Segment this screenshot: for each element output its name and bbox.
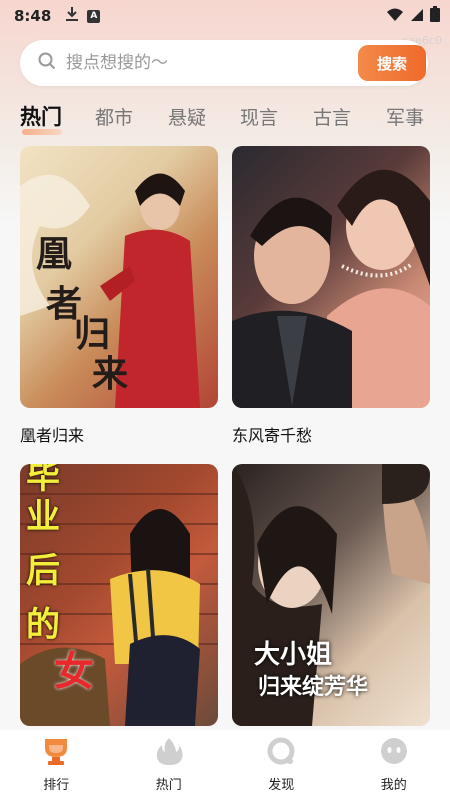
nav-label: 热门 <box>155 778 182 793</box>
nav-label: 发现 <box>268 778 295 793</box>
cover-title-line: 大小姐 <box>254 640 333 670</box>
drama-card[interactable]: 大小姐 归来绽芳华 <box>232 464 430 726</box>
cover-art <box>232 169 430 408</box>
drama-cover[interactable]: 凰 者 归 来 <box>20 146 218 408</box>
tab-modern-romance[interactable]: 现言 <box>240 103 278 130</box>
nav-item-ranking[interactable]: 排行 <box>0 730 113 800</box>
cover-title-char: 来 <box>92 353 129 395</box>
flame-icon <box>154 736 184 770</box>
drama-cover[interactable]: 毕 业 后 的 女 <box>20 464 218 726</box>
cover-title-char: 后 <box>26 551 60 591</box>
cover-title-char: 凰 <box>36 233 73 275</box>
search-bar: 搜索 <box>20 40 428 86</box>
drama-title[interactable]: 东风寄千愁 <box>232 422 430 446</box>
tab-hot[interactable]: 热门 <box>20 101 62 131</box>
drama-card[interactable]: 凰 者 归 来 凰者归来 <box>20 146 218 446</box>
nav-label: 排行 <box>43 778 70 793</box>
drama-card[interactable]: 东风寄千愁 <box>232 146 430 446</box>
tab-ancient-romance[interactable]: 古言 <box>313 103 351 130</box>
drama-card[interactable]: 毕 业 后 的 女 <box>20 464 218 726</box>
signal-icon <box>410 7 424 26</box>
profile-icon <box>379 736 409 770</box>
download-icon <box>65 6 79 26</box>
status-bar: 8:48 A <box>0 0 450 32</box>
drama-cover[interactable]: 大小姐 归来绽芳华 <box>232 464 430 726</box>
cover-title-line: 归来绽芳华 <box>258 674 369 700</box>
tab-suspense[interactable]: 悬疑 <box>168 103 206 130</box>
nav-item-hot[interactable]: 热门 <box>113 730 226 800</box>
drama-cover[interactable] <box>232 146 430 408</box>
cover-title-char: 归 <box>74 313 111 355</box>
nav-item-discover[interactable]: 发现 <box>225 730 338 800</box>
battery-icon <box>430 6 440 26</box>
search-icon <box>38 52 56 74</box>
cover-title-char: 业 <box>26 497 60 537</box>
search-input[interactable] <box>66 53 346 73</box>
active-tab-indicator <box>22 129 62 135</box>
tab-military[interactable]: 军事 <box>386 103 424 130</box>
trophy-icon <box>39 736 73 770</box>
search-button[interactable]: 搜索 <box>358 45 426 81</box>
cover-title-char: 的 <box>26 605 60 645</box>
wifi-icon <box>386 7 404 26</box>
status-time: 8:48 <box>14 7 52 25</box>
cover-title-char: 女 <box>54 648 94 695</box>
cover-title-char: 毕 <box>26 464 60 497</box>
discover-icon <box>266 736 296 770</box>
drama-title[interactable]: 凰者归来 <box>20 422 218 446</box>
tab-urban[interactable]: 都市 <box>95 103 133 130</box>
nav-label: 我的 <box>380 778 407 793</box>
nav-item-profile[interactable]: 我的 <box>338 730 450 800</box>
bottom-nav: 排行 热门 发现 我的 <box>0 730 450 800</box>
notification-a-icon: A <box>87 9 101 23</box>
category-tabs: 热门 都市 悬疑 现言 古言 军事 <box>0 97 450 137</box>
